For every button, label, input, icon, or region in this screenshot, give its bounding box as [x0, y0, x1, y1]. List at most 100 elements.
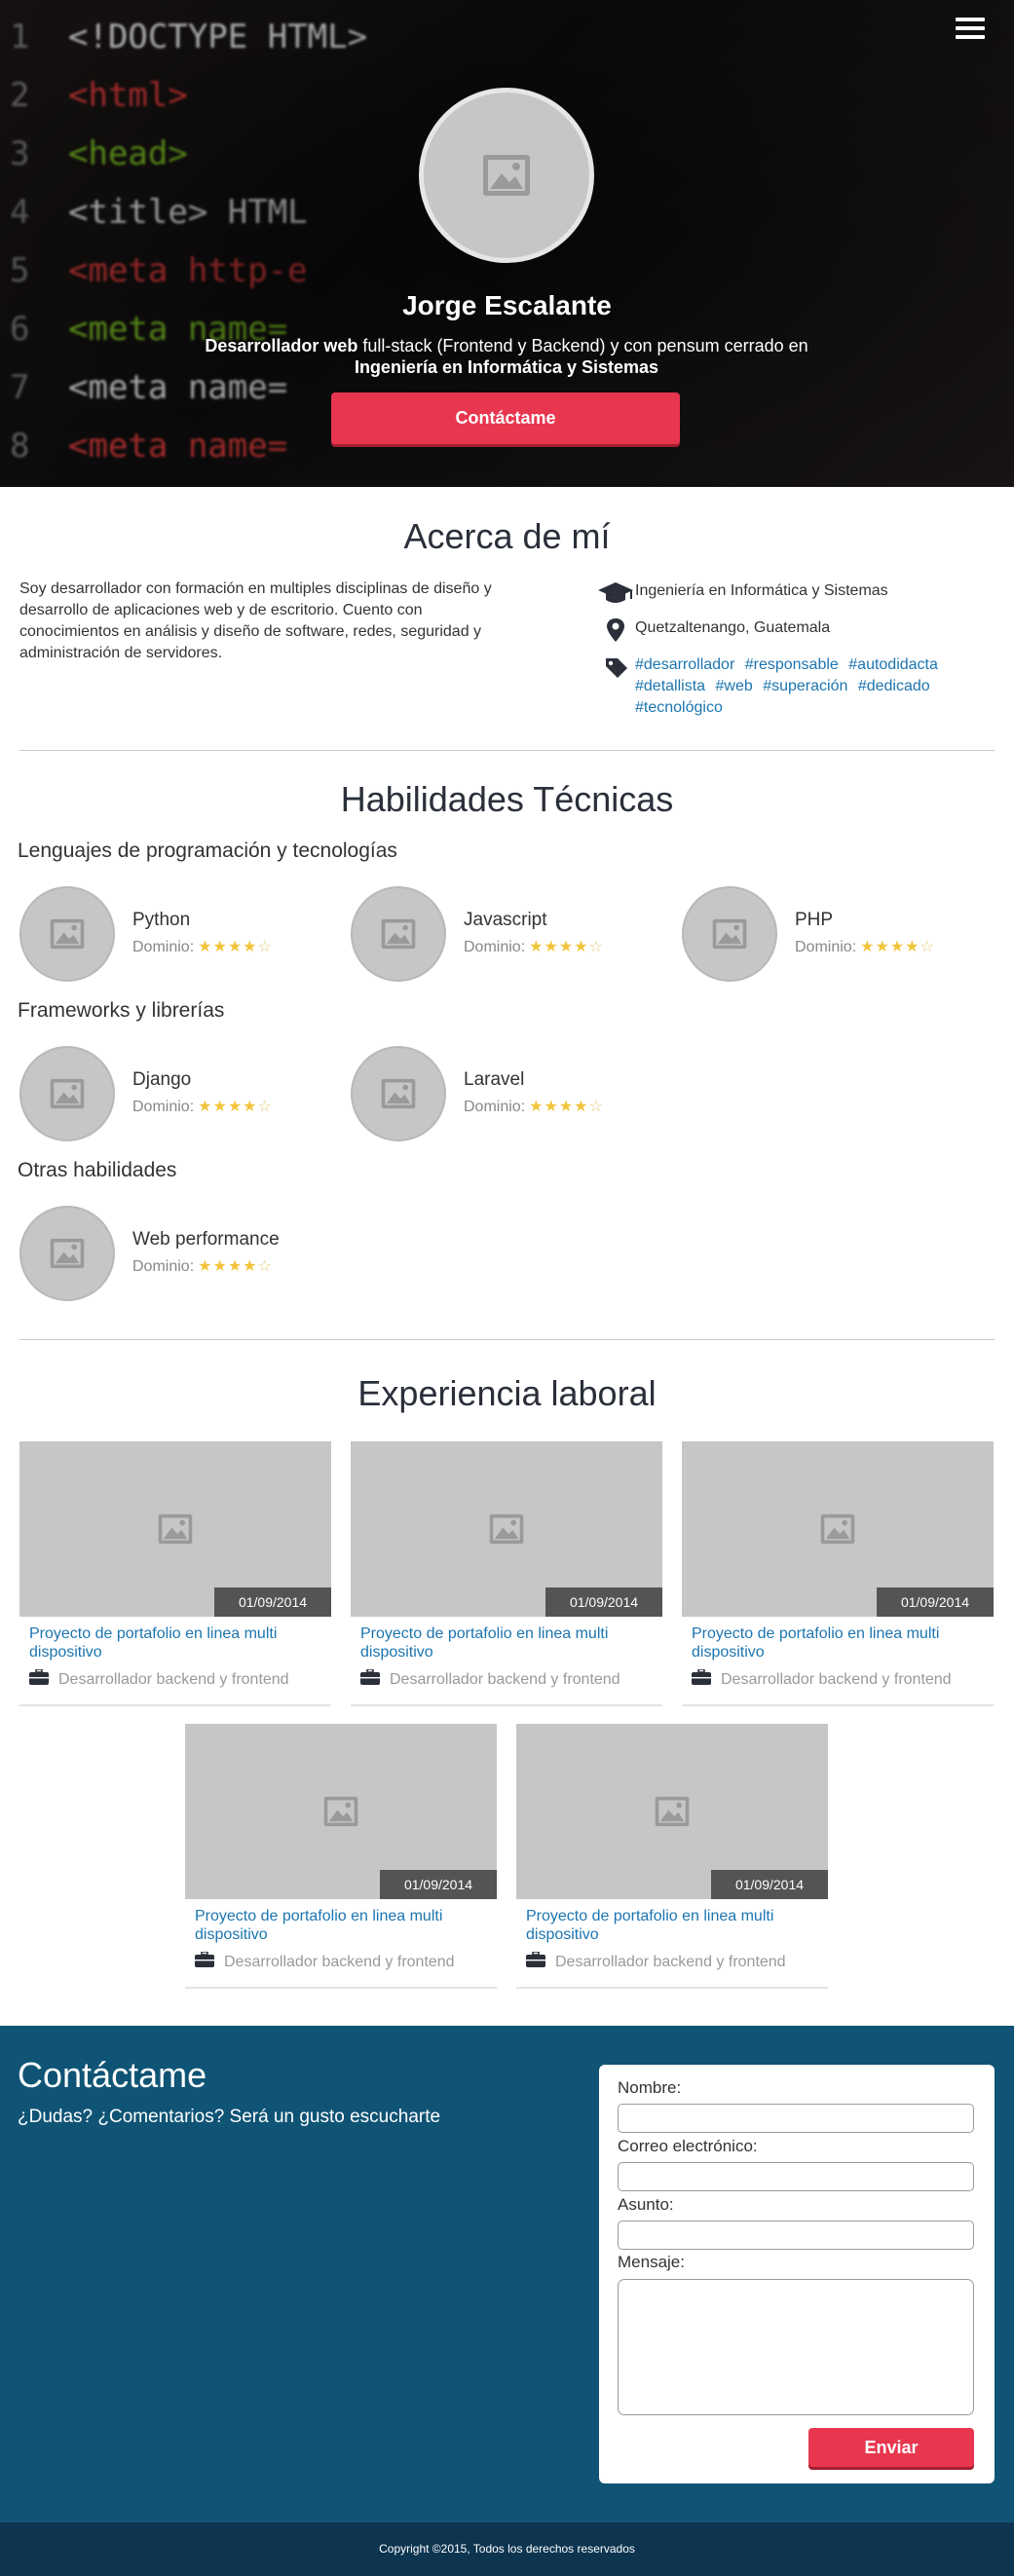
tag-link[interactable]: #responsable: [745, 656, 839, 673]
about-degree: Ingeniería en Informática y Sistemas: [635, 582, 888, 599]
experience-date: 01/09/2014: [380, 1870, 497, 1899]
about-tags: #desarrollador #responsable #autodidacta…: [635, 654, 1005, 719]
skill-name: Django: [132, 1069, 192, 1090]
experience-title-link[interactable]: Proyecto de portafolio en linea multi di…: [29, 1624, 321, 1661]
star-rating-icon: ★★★★☆: [198, 1258, 273, 1275]
skill-domain: Dominio: ★★★★☆: [132, 1097, 273, 1116]
about-location: Quetzaltenango, Guatemala: [635, 619, 831, 636]
contact-me-button[interactable]: Contáctame: [331, 392, 680, 444]
menu-icon[interactable]: [956, 18, 985, 39]
briefcase-icon: [195, 1951, 214, 1972]
tag-link[interactable]: #detallista: [635, 678, 705, 694]
image-placeholder-icon: [820, 1513, 855, 1545]
image-placeholder-icon: [50, 1078, 85, 1109]
briefcase-icon: [692, 1668, 711, 1690]
experience-card[interactable]: 01/09/2014 Proyecto de portafolio en line…: [351, 1441, 662, 1706]
skills-title: Habilidades Técnicas: [340, 779, 674, 819]
experience-title-link[interactable]: Proyecto de portafolio en linea multi di…: [360, 1624, 653, 1661]
contact-subtitle: ¿Dudas? ¿Comentarios? Será un gusto escu…: [18, 2107, 441, 2127]
skill-domain: Dominio: ★★★★☆: [795, 937, 935, 956]
tag-link[interactable]: #dedicado: [858, 678, 930, 694]
experience-role: Desarrollador backend y frontend: [360, 1668, 620, 1690]
skill-domain: Dominio: ★★★★☆: [464, 937, 604, 956]
experience-card[interactable]: 01/09/2014 Proyecto de portafolio en line…: [682, 1441, 994, 1706]
tag-link[interactable]: #autodidacta: [848, 656, 938, 673]
hero-desc-text: full-stack (Frontend y Backend) y con pe…: [357, 336, 808, 355]
experience-role: Desarrollador backend y frontend: [692, 1668, 952, 1690]
experience-role-text: Desarrollador backend y frontend: [721, 1670, 952, 1688]
about-degree-row: Ingeniería en Informática y Sistemas: [596, 580, 1005, 606]
tag-link[interactable]: #desarrollador: [635, 656, 734, 673]
email-field[interactable]: [618, 2162, 974, 2191]
skill-item: Laravel Dominio: ★★★★☆: [351, 1046, 672, 1143]
skill-category-title: Otras habilidades: [18, 1159, 177, 1181]
experience-date: 01/09/2014: [545, 1587, 662, 1617]
experience-thumbnail[interactable]: 01/09/2014: [682, 1441, 994, 1617]
subject-field[interactable]: [618, 2221, 974, 2250]
tag-icon: [596, 654, 635, 680]
skill-image: [19, 886, 115, 982]
about-location-row: Quetzaltenango, Guatemala: [596, 617, 1005, 643]
experience-role: Desarrollador backend y frontend: [526, 1951, 786, 1972]
skill-image: [19, 1046, 115, 1141]
image-placeholder-icon: [381, 918, 416, 950]
about-tags-row: #desarrollador #responsable #autodidacta…: [596, 654, 1005, 719]
experience-title-link[interactable]: Proyecto de portafolio en linea multi di…: [692, 1624, 984, 1661]
briefcase-icon: [29, 1668, 49, 1690]
skill-item: PHP Dominio: ★★★★☆: [682, 886, 1003, 984]
skill-item: Django Dominio: ★★★★☆: [19, 1046, 341, 1143]
image-placeholder-icon: [323, 1796, 358, 1827]
tag-link[interactable]: #tecnológico: [635, 699, 723, 716]
skill-item: Web performance Dominio: ★★★★☆: [19, 1206, 341, 1303]
skill-category-title: Lenguajes de programación y tecnologías: [18, 840, 397, 862]
tag-link[interactable]: #superación: [763, 678, 847, 694]
tag-link[interactable]: #web: [716, 678, 753, 694]
experience-date: 01/09/2014: [711, 1870, 828, 1899]
skill-image: [351, 1046, 446, 1141]
contact-form: Nombre: Correo electrónico: Asunto: Mens…: [599, 2065, 995, 2483]
experience-card[interactable]: 01/09/2014 Proyecto de portafolio en line…: [185, 1724, 497, 1989]
skill-domain-label: Dominio:: [132, 939, 195, 955]
experience-thumbnail[interactable]: 01/09/2014: [185, 1724, 497, 1899]
experience-role: Desarrollador backend y frontend: [195, 1951, 455, 1972]
skill-name: Web performance: [132, 1229, 280, 1250]
experience-title-link[interactable]: Proyecto de portafolio en linea multi di…: [526, 1907, 818, 1944]
skill-domain-label: Dominio:: [464, 1099, 526, 1115]
image-placeholder-icon: [482, 154, 531, 197]
experience-card[interactable]: 01/09/2014 Proyecto de portafolio en line…: [19, 1441, 331, 1706]
experience-role-text: Desarrollador backend y frontend: [58, 1670, 289, 1688]
divider: [19, 1339, 995, 1340]
skill-domain-label: Dominio:: [132, 1258, 195, 1275]
skill-image: [351, 886, 446, 982]
skill-domain-label: Dominio:: [464, 939, 526, 955]
hero-name: Jorge Escalante: [402, 290, 612, 320]
skill-item: Python Dominio: ★★★★☆: [19, 886, 341, 984]
hero-desc-bold-2: Ingeniería en Informática y Sistemas: [354, 357, 659, 377]
email-label: Correo electrónico:: [618, 2137, 758, 2155]
skill-category-title: Frameworks y librerías: [18, 999, 225, 1022]
hero-description: Desarrollador web full-stack (Frontend y…: [166, 335, 847, 378]
divider: [19, 750, 995, 751]
experience-role-text: Desarrollador backend y frontend: [555, 1953, 786, 1970]
experience-thumbnail[interactable]: 01/09/2014: [19, 1441, 331, 1617]
name-field[interactable]: [618, 2104, 974, 2133]
experience-thumbnail[interactable]: 01/09/2014: [351, 1441, 662, 1617]
skill-domain: Dominio: ★★★★☆: [132, 1256, 273, 1276]
experience-role: Desarrollador backend y frontend: [29, 1668, 289, 1690]
skill-name: Javascript: [464, 910, 547, 930]
experience-thumbnail[interactable]: 01/09/2014: [516, 1724, 828, 1899]
image-placeholder-icon: [655, 1796, 690, 1827]
subject-label: Asunto:: [618, 2195, 674, 2214]
graduation-cap-icon: [596, 580, 635, 606]
experience-card[interactable]: 01/09/2014 Proyecto de portafolio en line…: [516, 1724, 828, 1989]
image-placeholder-icon: [712, 918, 747, 950]
message-label: Mensaje:: [618, 2253, 685, 2271]
experience-date: 01/09/2014: [877, 1587, 994, 1617]
location-pin-icon: [596, 617, 635, 643]
send-button[interactable]: Enviar: [808, 2428, 974, 2467]
footer: Copyright ©2015, Todos los derechos rese…: [0, 2522, 1014, 2576]
experience-title-link[interactable]: Proyecto de portafolio en linea multi di…: [195, 1907, 487, 1944]
message-field[interactable]: [618, 2279, 974, 2415]
skill-domain: Dominio: ★★★★☆: [132, 937, 273, 956]
star-rating-icon: ★★★★☆: [198, 1099, 273, 1115]
